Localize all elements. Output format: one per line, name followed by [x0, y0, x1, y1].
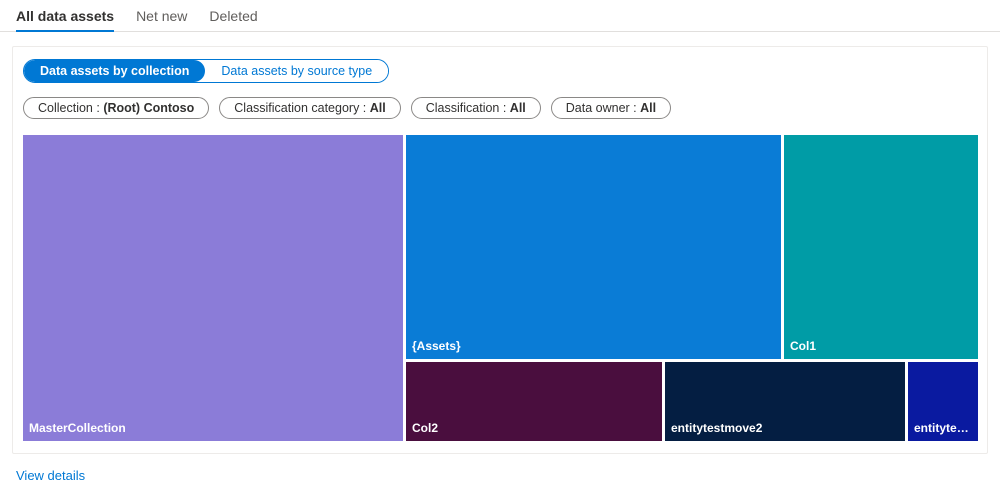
assets-card: Data assets by collection Data assets by… — [12, 46, 988, 454]
toggle-by-source-type[interactable]: Data assets by source type — [205, 60, 388, 82]
tile-label: MasterCollection — [29, 421, 399, 435]
view-details-link[interactable]: View details — [16, 468, 85, 483]
tile-label: entitytestmov... — [914, 421, 974, 435]
tile-col2[interactable]: Col2 — [406, 362, 662, 441]
tile-mastercollection[interactable]: MasterCollection — [23, 135, 403, 441]
filter-classification-category[interactable]: Classification category : All — [219, 97, 400, 119]
tile-label: Col2 — [412, 421, 658, 435]
tile-label: {Assets} — [412, 339, 777, 353]
tab-net-new[interactable]: Net new — [136, 2, 187, 31]
tile-entitytestmove-truncated[interactable]: entitytestmov... — [908, 362, 978, 441]
tile-label: entitytestmove2 — [671, 421, 901, 435]
tab-deleted[interactable]: Deleted — [209, 2, 257, 31]
tab-all-data-assets[interactable]: All data assets — [16, 2, 114, 31]
page-tabs: All data assets Net new Deleted — [0, 0, 1000, 32]
tile-col1[interactable]: Col1 — [784, 135, 978, 359]
filter-classcat-value: All — [370, 101, 386, 115]
filter-classcat-label: Classification category : — [234, 101, 369, 115]
filter-row: Collection : (Root) Contoso Classificati… — [23, 97, 981, 119]
filter-collection[interactable]: Collection : (Root) Contoso — [23, 97, 209, 119]
filter-collection-label: Collection : — [38, 101, 103, 115]
tile-entitytestmove2[interactable]: entitytestmove2 — [665, 362, 905, 441]
filter-data-owner[interactable]: Data owner : All — [551, 97, 671, 119]
filter-collection-value: (Root) Contoso — [103, 101, 194, 115]
filter-class-value: All — [510, 101, 526, 115]
filter-owner-label: Data owner : — [566, 101, 640, 115]
view-toggle-group: Data assets by collection Data assets by… — [23, 59, 389, 83]
filter-class-label: Classification : — [426, 101, 510, 115]
tile-label: Col1 — [790, 339, 974, 353]
filter-classification[interactable]: Classification : All — [411, 97, 541, 119]
tile-assets[interactable]: {Assets} — [406, 135, 781, 359]
treemap-chart: MasterCollection {Assets} Col1 Col2 enti… — [23, 135, 978, 441]
toggle-by-collection[interactable]: Data assets by collection — [24, 60, 205, 82]
filter-owner-value: All — [640, 101, 656, 115]
